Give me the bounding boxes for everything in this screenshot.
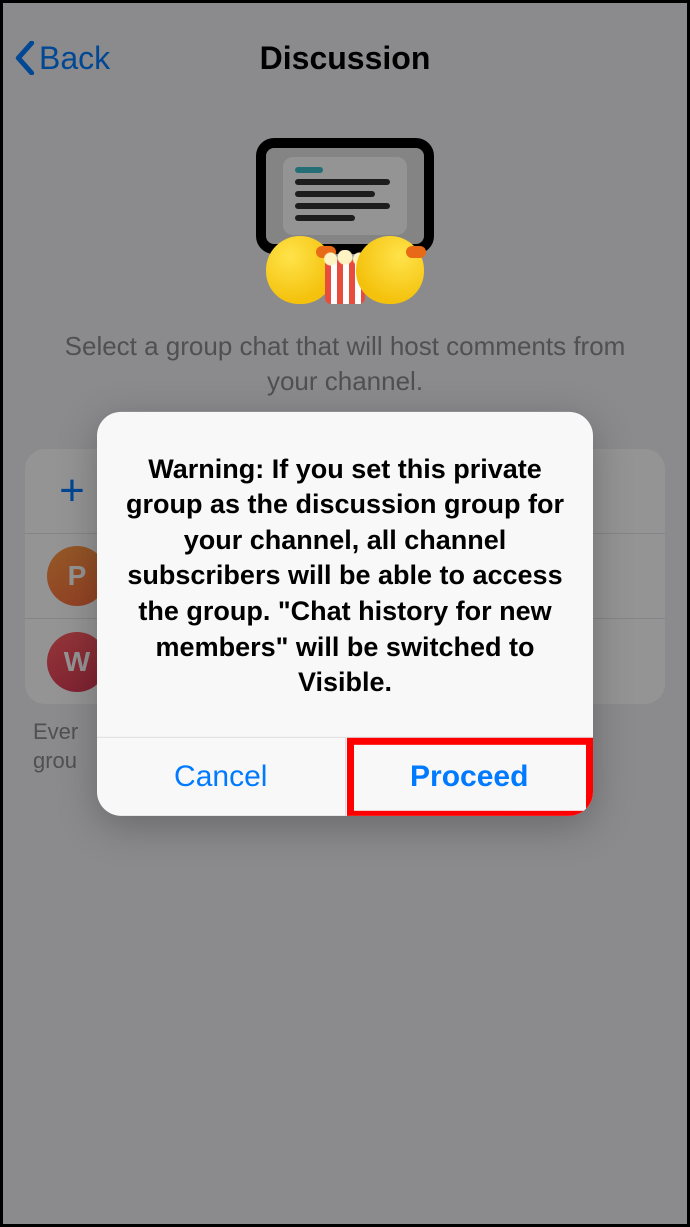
cancel-button[interactable]: Cancel xyxy=(97,738,346,816)
duck-right-icon xyxy=(352,224,424,304)
alert-actions: Cancel Proceed xyxy=(97,738,593,816)
screen: Back Discussion Select a group chat that… xyxy=(3,3,687,1224)
alert-message: Warning: If you set this private group a… xyxy=(97,411,593,737)
alert-dialog: Warning: If you set this private group a… xyxy=(97,411,593,815)
ducks-icon xyxy=(266,224,424,304)
proceed-button[interactable]: Proceed xyxy=(346,738,594,816)
